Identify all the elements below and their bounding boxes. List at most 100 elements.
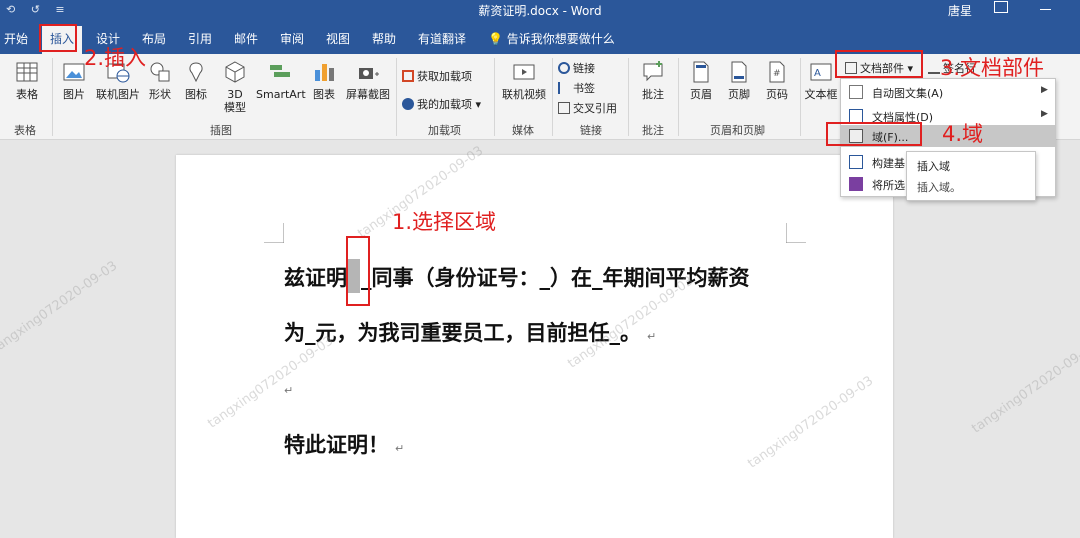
annotation-box-field — [826, 122, 922, 146]
link-button[interactable]: 链接 — [558, 60, 595, 76]
watermark: tangxing072020-09-03 — [969, 338, 1080, 437]
crop-mark — [264, 223, 284, 243]
picture-icon — [63, 63, 85, 81]
3d-label-1: 3D — [227, 88, 243, 101]
tell-me-label: 告诉我你想要做什么 — [506, 32, 615, 46]
paragraph-mark: ↵ — [284, 384, 294, 397]
get-addins-label: 获取加载项 — [417, 70, 472, 83]
annotation-step1: 1.选择区域 — [392, 210, 497, 234]
save-selection-label: 将所选 — [872, 179, 905, 192]
footer-icon — [731, 61, 747, 83]
textbox-label: 文本框 — [804, 88, 838, 101]
document-page[interactable]: 兹证明 _同事（身份证号：_）在_年期间平均薪资 为_元，为我司重要员工，目前担任… — [176, 143, 893, 538]
online-video-button[interactable]: 联机视频 — [500, 60, 548, 101]
tab-help[interactable]: 帮助 — [372, 30, 396, 47]
comment-label: 批注 — [642, 88, 664, 101]
comment-icon — [643, 61, 663, 82]
paragraph-mark: ↵ — [395, 442, 405, 455]
tooltip-title: 插入域 — [917, 160, 950, 173]
docprops-icon — [849, 109, 863, 123]
annotation-step4: 4.域 — [942, 122, 984, 146]
my-addins-label: 我的加载项 — [417, 98, 472, 111]
building-blocks-label: 构建基 — [872, 157, 905, 170]
addins-icon — [402, 98, 414, 110]
menu-item-autotext[interactable]: 自动图文集(A) ▶ — [841, 81, 1055, 103]
autotext-label: 自动图文集(A) — [872, 87, 944, 100]
user-name[interactable]: 唐星 — [948, 2, 972, 19]
table-label: 表格 — [16, 88, 38, 101]
doc-text-2: 为_元，为我司重要员工，目前担任_。 — [284, 321, 641, 345]
pen-icon — [928, 62, 940, 74]
textbox-icon: A — [810, 63, 832, 81]
annotation-step3: 3.文档部件 — [940, 56, 1045, 80]
footer-label: 页脚 — [728, 88, 750, 101]
divider — [494, 58, 495, 136]
bookmark-button[interactable]: 书签 — [558, 80, 595, 96]
header-icon — [693, 61, 709, 83]
autotext-icon — [849, 85, 863, 99]
smartart-button[interactable]: SmartArt — [256, 60, 306, 101]
video-icon — [513, 64, 535, 80]
textbox-button[interactable]: A 文本框 — [804, 60, 838, 101]
tab-youdao[interactable]: 有道翻译 — [418, 30, 466, 47]
chart-label: 图表 — [313, 88, 335, 101]
link-icon — [558, 62, 570, 74]
ribbon-display-options-icon[interactable] — [994, 1, 1008, 13]
tab-home[interactable]: 开始 — [4, 30, 28, 47]
tell-me-search[interactable]: 💡 告诉我你想要做什么 — [488, 30, 615, 47]
link-label: 链接 — [573, 62, 595, 75]
screenshot-label: 屏幕截图 — [346, 88, 390, 101]
footer-button[interactable]: 页脚 — [722, 60, 756, 101]
tab-mailings[interactable]: 邮件 — [234, 30, 258, 47]
my-addins-button[interactable]: 我的加载项 ▾ — [402, 96, 481, 112]
save-selection-icon — [849, 177, 863, 191]
field-tooltip: 插入域 插入域。 — [906, 151, 1036, 201]
submenu-arrow-icon: ▶ — [1041, 85, 1048, 95]
comment-button[interactable]: 批注 — [636, 60, 670, 101]
divider — [396, 58, 397, 136]
group-label-header-footer: 页眉和页脚 — [710, 124, 765, 137]
shapes-label: 形状 — [149, 88, 171, 101]
store-icon — [402, 70, 414, 82]
chart-icon — [315, 64, 334, 81]
screenshot-button[interactable]: 屏幕截图 — [344, 60, 392, 101]
table-button[interactable]: 表格 — [10, 60, 44, 101]
group-label-addins: 加载项 — [428, 124, 461, 137]
online-picture-label: 联机图片 — [96, 88, 140, 101]
tab-view[interactable]: 视图 — [326, 30, 350, 47]
cross-reference-button[interactable]: 交叉引用 — [558, 100, 617, 116]
doc-text-1a: 兹证明 — [284, 266, 347, 290]
watermark: tangxing072020-09-03 — [205, 333, 337, 432]
tab-review[interactable]: 审阅 — [280, 30, 304, 47]
icons-label: 图标 — [185, 88, 207, 101]
3d-model-button[interactable]: 3D 模型 — [220, 60, 250, 114]
page-number-button[interactable]: # 页码 — [760, 60, 794, 101]
divider — [800, 58, 801, 136]
cross-reference-icon — [558, 102, 570, 114]
watermark: tangxing072020-09-03 — [745, 373, 877, 472]
building-blocks-icon — [849, 155, 863, 169]
group-label-comments: 批注 — [642, 124, 664, 137]
icons-icon — [189, 62, 203, 83]
svg-text:#: # — [773, 69, 781, 79]
divider — [552, 58, 553, 136]
minimize-icon[interactable] — [1040, 9, 1051, 10]
header-button[interactable]: 页眉 — [684, 60, 718, 101]
icons-button[interactable]: 图标 — [182, 60, 210, 101]
chart-button[interactable]: 图表 — [310, 60, 338, 101]
ribbon-tabs: 开始 插入 设计 布局 引用 邮件 审阅 视图 帮助 有道翻译 💡 告诉我你想要… — [0, 20, 1080, 54]
shapes-button[interactable]: 形状 — [146, 60, 174, 101]
cross-reference-label: 交叉引用 — [573, 102, 617, 115]
table-icon — [16, 62, 38, 82]
camera-icon — [359, 68, 379, 79]
lightbulb-icon: 💡 — [488, 32, 503, 46]
bookmark-icon — [558, 82, 570, 94]
tab-references[interactable]: 引用 — [188, 30, 212, 47]
picture-label: 图片 — [63, 88, 85, 101]
get-addins-button[interactable]: 获取加载项 — [402, 68, 472, 84]
group-label-media: 媒体 — [512, 124, 534, 137]
page-number-icon: # — [769, 61, 785, 83]
window-title: 薪资证明.docx - Word — [478, 4, 602, 18]
title-bar: ⟲ ↺ ≡ 薪资证明.docx - Word 唐星 — [0, 0, 1080, 20]
3d-cube-icon — [225, 61, 245, 83]
